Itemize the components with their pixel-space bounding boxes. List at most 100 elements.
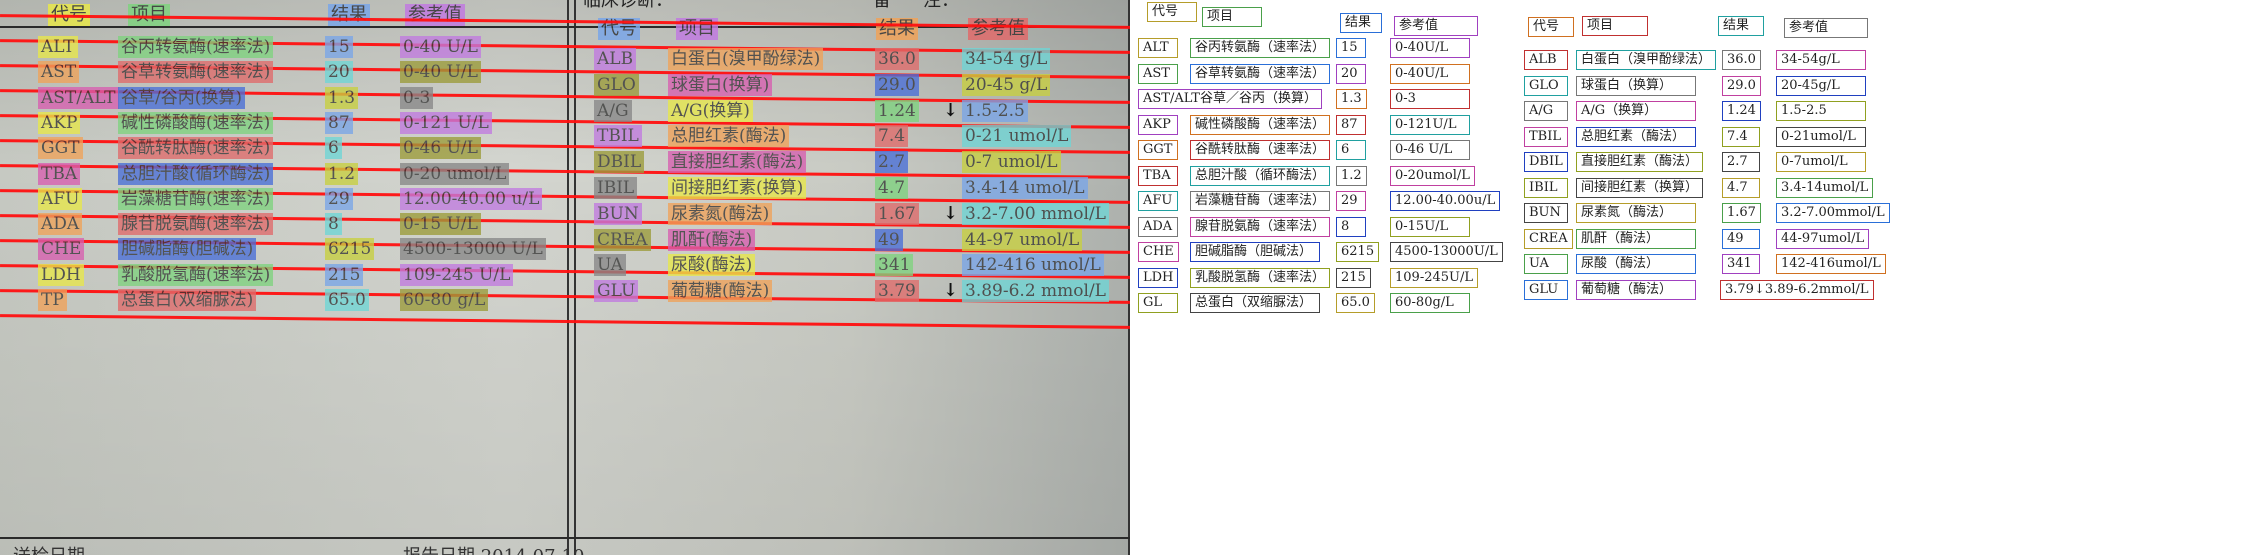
anno-header-left: 代号 <box>1147 2 1197 22</box>
anno-right-result: 4.7 <box>1722 177 1760 198</box>
photo-left-cell: 6 <box>325 137 342 160</box>
anno-right-item: A/G（换算） <box>1576 101 1696 121</box>
anno-right-result: 49 <box>1722 228 1760 249</box>
anno-left-code: AFU <box>1138 191 1178 211</box>
photo-right-cell: IBIL <box>594 177 638 199</box>
photo-header-right: 参考值 <box>968 18 1028 40</box>
photo-header-left: 结果 <box>328 4 370 26</box>
photo-right-cell: BUN <box>594 202 642 225</box>
photo-right-cell: A/G(换算) <box>668 99 753 122</box>
anno-right-ref: 1.5-2.5 <box>1776 101 1866 121</box>
anno-right-code: UA <box>1524 254 1568 274</box>
anno-left-code: CHE <box>1138 242 1179 262</box>
photo-left-cell: 8 <box>325 213 342 236</box>
anno-header-right: 结果 <box>1718 16 1764 36</box>
anno-left-item: 谷酰转肽酶（速率法） <box>1190 140 1331 160</box>
photo-left-cell: 谷草转氨酶(速率法) <box>118 61 274 84</box>
photo-left-cell: AFU <box>38 187 83 210</box>
photo-left-cell: ADA <box>38 213 83 236</box>
photo-right-cell: 2.7 <box>875 151 909 174</box>
photo-left-cell: 6215 <box>325 238 375 261</box>
anno-right-ref: 44-97umol/L <box>1776 228 1870 249</box>
photo-left-cell: 60-80 g/L <box>400 289 489 311</box>
anno-left-item: 谷丙转氨酶（速率法） <box>1190 38 1331 58</box>
anno-left-ref: 0-40U/L <box>1390 63 1470 84</box>
photo-right-cell: 1.5-2.5 <box>962 99 1028 122</box>
photo-left-cell: 12.00-40.00 u/L <box>400 187 543 210</box>
anno-right-code: BUN <box>1524 203 1568 223</box>
anno-left-code: TBA <box>1138 165 1178 186</box>
photo-left-cell: 谷丙转氨酶(速率法) <box>118 36 274 58</box>
bottom-fragment: 报告日期 2014-07-10 <box>400 546 588 555</box>
photo-left-cell: 腺苷脱氨酶(速率法) <box>118 213 274 236</box>
photo-left-cell: AST/ALT <box>38 86 119 109</box>
anno-left-code: ALT <box>1138 38 1178 58</box>
photo-right-cell: 0-21 umol/L <box>962 125 1072 148</box>
anno-right-result: 2.7 <box>1722 152 1760 172</box>
low-flag-arrow: ↓ <box>943 202 959 224</box>
anno-left-ref: 0-121U/L <box>1390 114 1470 135</box>
anno-left-item: 总胆汁酸（循环酶法） <box>1190 165 1331 186</box>
anno-right-item: 尿酸（酶法） <box>1576 254 1696 274</box>
anno-right-code: CREA <box>1524 228 1573 249</box>
anno-header-left: 参考值 <box>1394 16 1478 36</box>
anno-right-ref: 0-21umol/L <box>1776 126 1866 147</box>
bottom-fragment: 送检日期 <box>10 546 88 555</box>
photo-right-cell: 34-54 g/L <box>962 48 1051 70</box>
anno-left-code: AST <box>1138 63 1178 84</box>
anno-left-ref: 4500-13000U/L <box>1390 242 1503 262</box>
top-fragment: 备 <box>873 0 891 11</box>
photo-left-cell: 87 <box>325 111 353 134</box>
anno-left-item: 总蛋白（双缩脲法） <box>1190 293 1320 313</box>
photo-header-right: 结果 <box>876 18 918 40</box>
photo-right-cell: 1.67 <box>875 202 919 225</box>
photo-right-cell: 葡萄糖(酶法) <box>668 280 773 303</box>
photo-right-cell: 3.4-14 umol/L <box>962 177 1088 199</box>
anno-left-code: LDH <box>1138 267 1179 288</box>
photo-left-cell: AST <box>38 61 80 84</box>
photo-left-cell: 29 <box>325 187 353 210</box>
photo-left-cell: 胆碱脂酶(胆碱法) <box>118 238 257 261</box>
anno-left-result: 1.2 <box>1336 165 1367 186</box>
anno-left-result: 8 <box>1336 216 1366 237</box>
photo-left-cell: 0-3 <box>400 86 434 109</box>
form-vertical-rule <box>567 0 569 555</box>
form-vertical-rule <box>574 0 576 555</box>
anno-left-item: 胆碱脂酶（胆碱法） <box>1190 242 1320 262</box>
anno-left-item: 谷草转氨酶（速率法） <box>1190 63 1331 84</box>
anno-right-code: TBIL <box>1524 126 1568 147</box>
photo-right-cell: ALB <box>594 48 637 70</box>
photo-left-cell: 20 <box>325 61 353 84</box>
anno-left-item: AST/ALT谷草／谷丙（换算） <box>1138 89 1322 109</box>
photo-left-cell: 0-46 U/L <box>400 137 481 160</box>
anno-left-result: 6215 <box>1336 242 1380 262</box>
photo-right-cell: 142-416 umol/L <box>962 254 1104 277</box>
photo-left-cell: 岩藻糖苷酶(速率法) <box>118 187 274 210</box>
photo-left-cell: 谷草/谷丙(换算) <box>118 86 245 109</box>
anno-left-code: AKP <box>1138 114 1178 135</box>
document-photo: 临床诊断：备注：送检日期报告日期 2014-07-10代号代号项目项目结果结果参… <box>0 0 1130 555</box>
anno-right-code: A/G <box>1524 101 1568 121</box>
photo-right-cell: 4.7 <box>875 177 909 199</box>
photo-right-cell: GLU <box>594 280 639 303</box>
anno-left-ref: 0-20umol/L <box>1390 165 1475 186</box>
anno-left-item: 岩藻糖苷酶（速率法） <box>1190 191 1331 211</box>
anno-right-code: IBIL <box>1524 177 1568 198</box>
low-flag-arrow: ↓ <box>943 99 959 121</box>
photo-left-cell: CHE <box>38 238 85 261</box>
anno-left-item: 乳酸脱氢酶（速率法） <box>1190 267 1331 288</box>
anno-right-item: 肌酐（酶法） <box>1576 228 1696 249</box>
top-fragment: 临床诊断： <box>583 0 673 11</box>
anno-right-item: 球蛋白（换算） <box>1576 75 1696 96</box>
anno-right-code: GLU <box>1524 279 1568 300</box>
anno-left-ref: 60-80g/L <box>1390 293 1470 313</box>
photo-right-cell: 尿酸(酶法) <box>668 254 756 277</box>
anno-left-result: 87 <box>1336 114 1366 135</box>
anno-right-ref: 20-45g/L <box>1776 75 1866 96</box>
photo-right-cell: 间接胆红素(换算) <box>668 177 807 199</box>
photo-right-cell: 7.4 <box>875 125 909 148</box>
anno-left-item: 腺苷脱氨酶（速率法） <box>1190 216 1331 237</box>
photo-right-cell: TBIL <box>594 125 642 148</box>
photo-right-cell: 3.79 <box>875 280 919 303</box>
photo-left-cell: 109-245 U/L <box>400 263 514 286</box>
